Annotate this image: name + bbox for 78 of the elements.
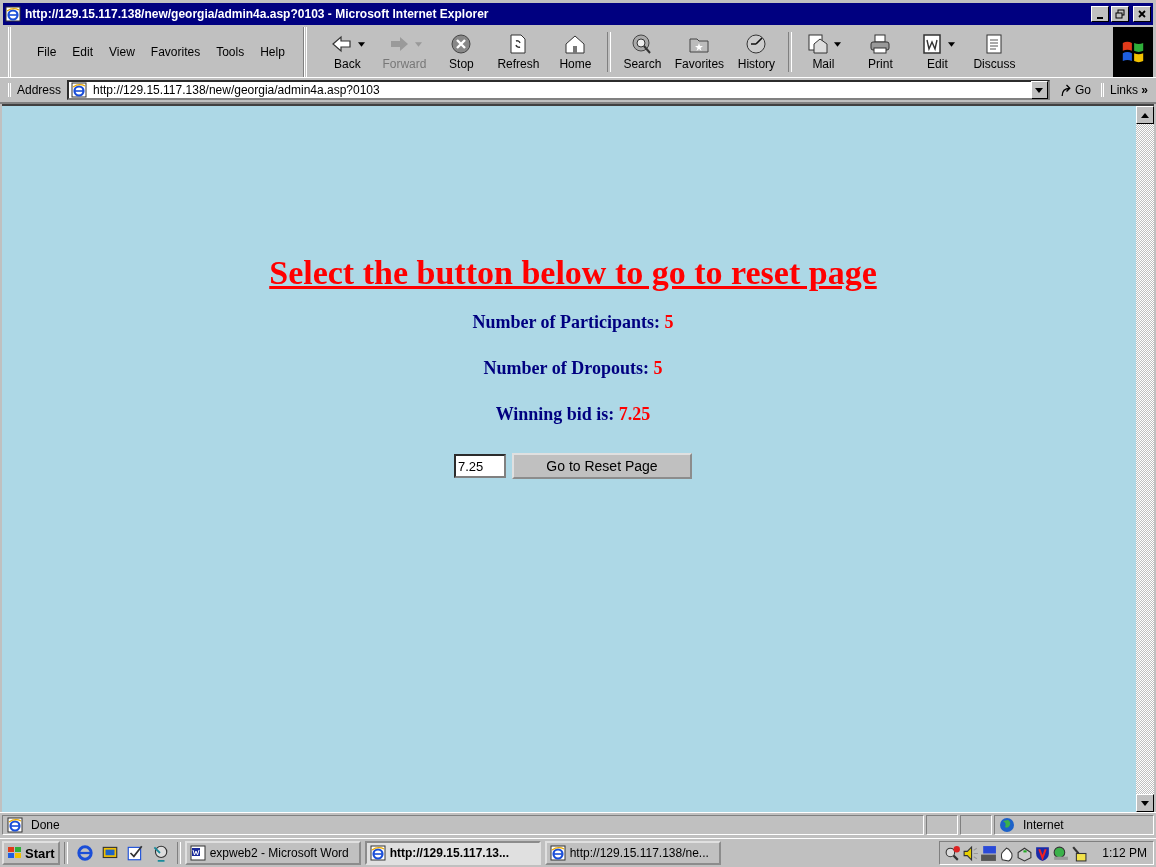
toolbar-button[interactable]: Home — [546, 29, 604, 75]
toolbar-button[interactable]: Stop — [432, 29, 490, 75]
minimize-button[interactable] — [1091, 6, 1109, 22]
scrollbar[interactable] — [1136, 106, 1154, 812]
dropdown-arrow-icon — [947, 41, 955, 47]
dropdown-button[interactable] — [1030, 81, 1048, 99]
close-icon — [1137, 9, 1147, 19]
start-button[interactable]: Start — [2, 841, 60, 865]
home-icon — [563, 33, 588, 55]
dropdown-arrow-icon — [833, 41, 841, 47]
stat-line: Number of Dropouts: 5 — [483, 358, 663, 379]
scroll-up-button[interactable] — [1136, 106, 1154, 124]
page-heading: Select the button below to go to reset page — [269, 254, 877, 292]
toolbar-button[interactable]: History — [727, 29, 785, 75]
globe-icon — [999, 817, 1015, 833]
zone-text: Internet — [1023, 818, 1064, 832]
menu-item[interactable]: Tools — [210, 43, 251, 61]
links-button[interactable]: Links » — [1100, 83, 1150, 97]
reset-page-button[interactable]: Go to Reset Page — [512, 453, 692, 479]
checklist-icon[interactable] — [125, 844, 144, 862]
toolbar-button[interactable]: Edit — [908, 29, 966, 75]
minimize-icon — [1097, 16, 1103, 19]
taskbar-button[interactable]: expweb2 - Microsoft Word — [184, 841, 361, 865]
scheduler-icon[interactable] — [1070, 844, 1088, 862]
drive-icon[interactable] — [1016, 844, 1034, 862]
menu-item[interactable]: Favorites — [144, 43, 207, 61]
mail-icon — [805, 33, 830, 55]
address-label: Address — [8, 83, 64, 97]
stop-icon — [449, 33, 474, 55]
toolbar-button[interactable]: Discuss — [965, 29, 1023, 75]
magnifier-icon[interactable] — [944, 844, 962, 862]
toolbar-button[interactable]: Print — [851, 29, 909, 75]
ie-logo-icon — [369, 845, 386, 861]
windows-logo-icon — [1113, 27, 1153, 77]
bid-field[interactable]: 7.25 — [454, 454, 506, 478]
clock: 1:12 PM — [1102, 846, 1147, 860]
dropdown-arrow-icon — [357, 41, 365, 47]
toolbar-button[interactable]: Favorites — [670, 29, 728, 75]
network-icon[interactable] — [1052, 844, 1070, 862]
window-title: http://129.15.117.138/new/georgia/admin4a.asp?0103 - Microsoft Internet Explorer — [25, 7, 490, 21]
stat-line: Number of Participants: 5 — [472, 312, 674, 333]
toolbar-button[interactable]: Back — [318, 29, 376, 75]
caret-icon — [1035, 87, 1044, 93]
status-pane — [960, 815, 992, 835]
stat-line: Winning bid is: 7.25 — [495, 404, 651, 425]
status-pane — [926, 815, 958, 835]
go-button[interactable]: Go — [1053, 83, 1097, 97]
scroll-down-button[interactable] — [1136, 794, 1154, 812]
toolbar-button[interactable]: Search — [613, 29, 671, 75]
address-field[interactable]: http://129.15.117.138/new/georgia/admin4a.asp?0103 — [67, 80, 1050, 100]
menu-item[interactable]: View — [103, 43, 141, 61]
menu-item[interactable]: File — [31, 43, 63, 61]
taskbar-button[interactable]: http://129.15.117.13... — [364, 841, 541, 865]
toolbar-button[interactable]: Refresh — [489, 29, 547, 75]
windows-logo-icon — [7, 845, 23, 861]
history-icon — [744, 33, 769, 55]
taskbar-button[interactable]: http://129.15.117.138/ne... — [544, 841, 721, 865]
restore-button[interactable] — [1111, 6, 1129, 22]
close-button[interactable] — [1133, 6, 1151, 22]
down-arrow-icon — [1141, 800, 1149, 806]
menu-item[interactable]: Help — [254, 43, 291, 61]
ie-logo-icon — [549, 845, 566, 861]
menu-item[interactable]: Edit — [66, 43, 100, 61]
browser-icon[interactable] — [75, 844, 94, 862]
status-text: Done — [31, 818, 60, 832]
tray-app-icon[interactable] — [980, 844, 998, 862]
up-arrow-icon — [1141, 112, 1149, 118]
ie-logo-icon — [71, 82, 88, 98]
restore-icon — [1115, 9, 1125, 19]
ie-logo-icon — [5, 6, 21, 22]
curved-arrow-icon — [1059, 83, 1073, 97]
speaker-icon[interactable] — [962, 844, 980, 862]
ie-logo-icon — [7, 817, 23, 833]
word-document-icon — [189, 845, 206, 861]
shield-icon[interactable] — [1034, 844, 1052, 862]
toolbar-button[interactable]: Mail — [794, 29, 852, 75]
dropdown-arrow-icon — [414, 41, 422, 47]
print-icon — [868, 33, 893, 55]
